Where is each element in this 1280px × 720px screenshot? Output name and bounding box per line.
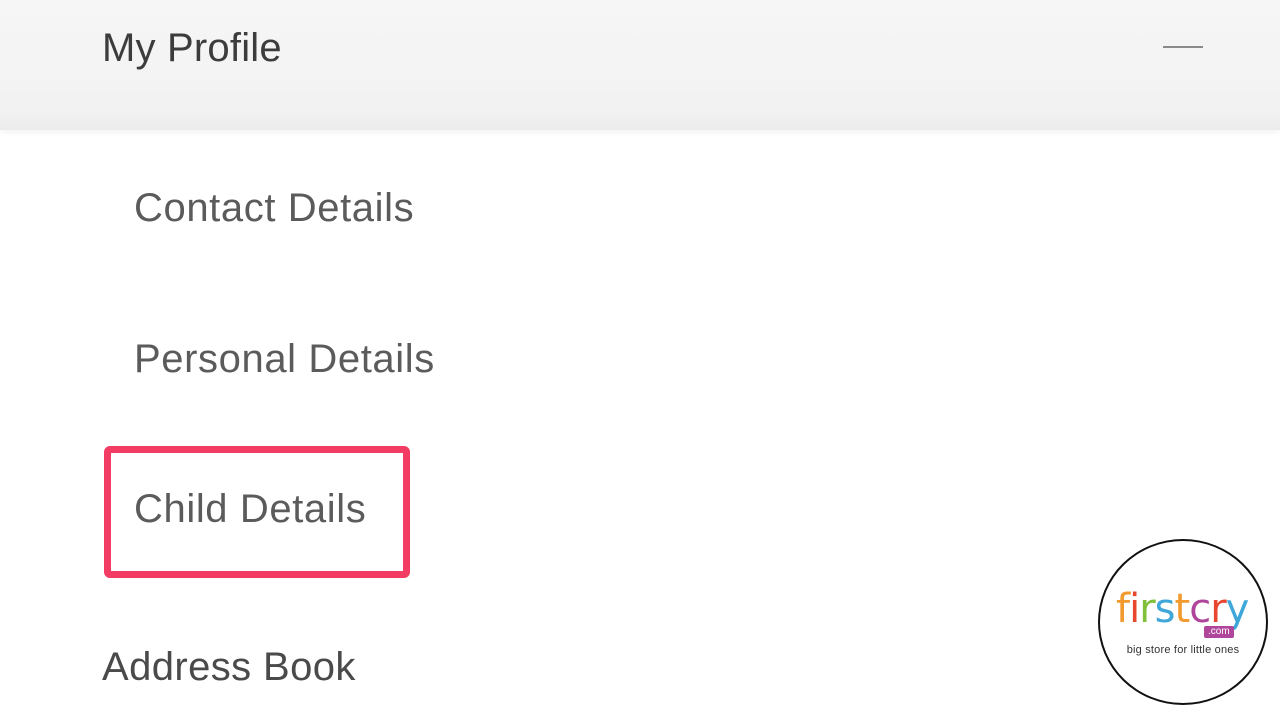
page-title: My Profile (102, 26, 282, 70)
logo-domain: .com (1204, 626, 1234, 638)
logo-wordmark: firstcry (1116, 586, 1249, 632)
logo-letter: r (1139, 586, 1155, 632)
logo-letter: f (1116, 586, 1130, 632)
menu-item-contact-details[interactable]: Contact Details (134, 186, 414, 231)
logo-letter: s (1154, 586, 1176, 632)
profile-header[interactable]: My Profile (0, 0, 1280, 130)
collapse-button[interactable] (1156, 30, 1212, 64)
minus-icon (1163, 46, 1203, 48)
logo-tagline: big store for little ones (1126, 644, 1240, 656)
firstcry-logo: firstcry .com big store for little ones (1098, 539, 1268, 705)
menu-item-personal-details[interactable]: Personal Details (134, 337, 435, 382)
menu-item-child-details[interactable]: Child Details (134, 487, 366, 532)
section-address-book[interactable]: Address Book (102, 645, 356, 690)
logo-letter: t (1174, 586, 1191, 632)
logo-letter: i (1129, 586, 1140, 632)
